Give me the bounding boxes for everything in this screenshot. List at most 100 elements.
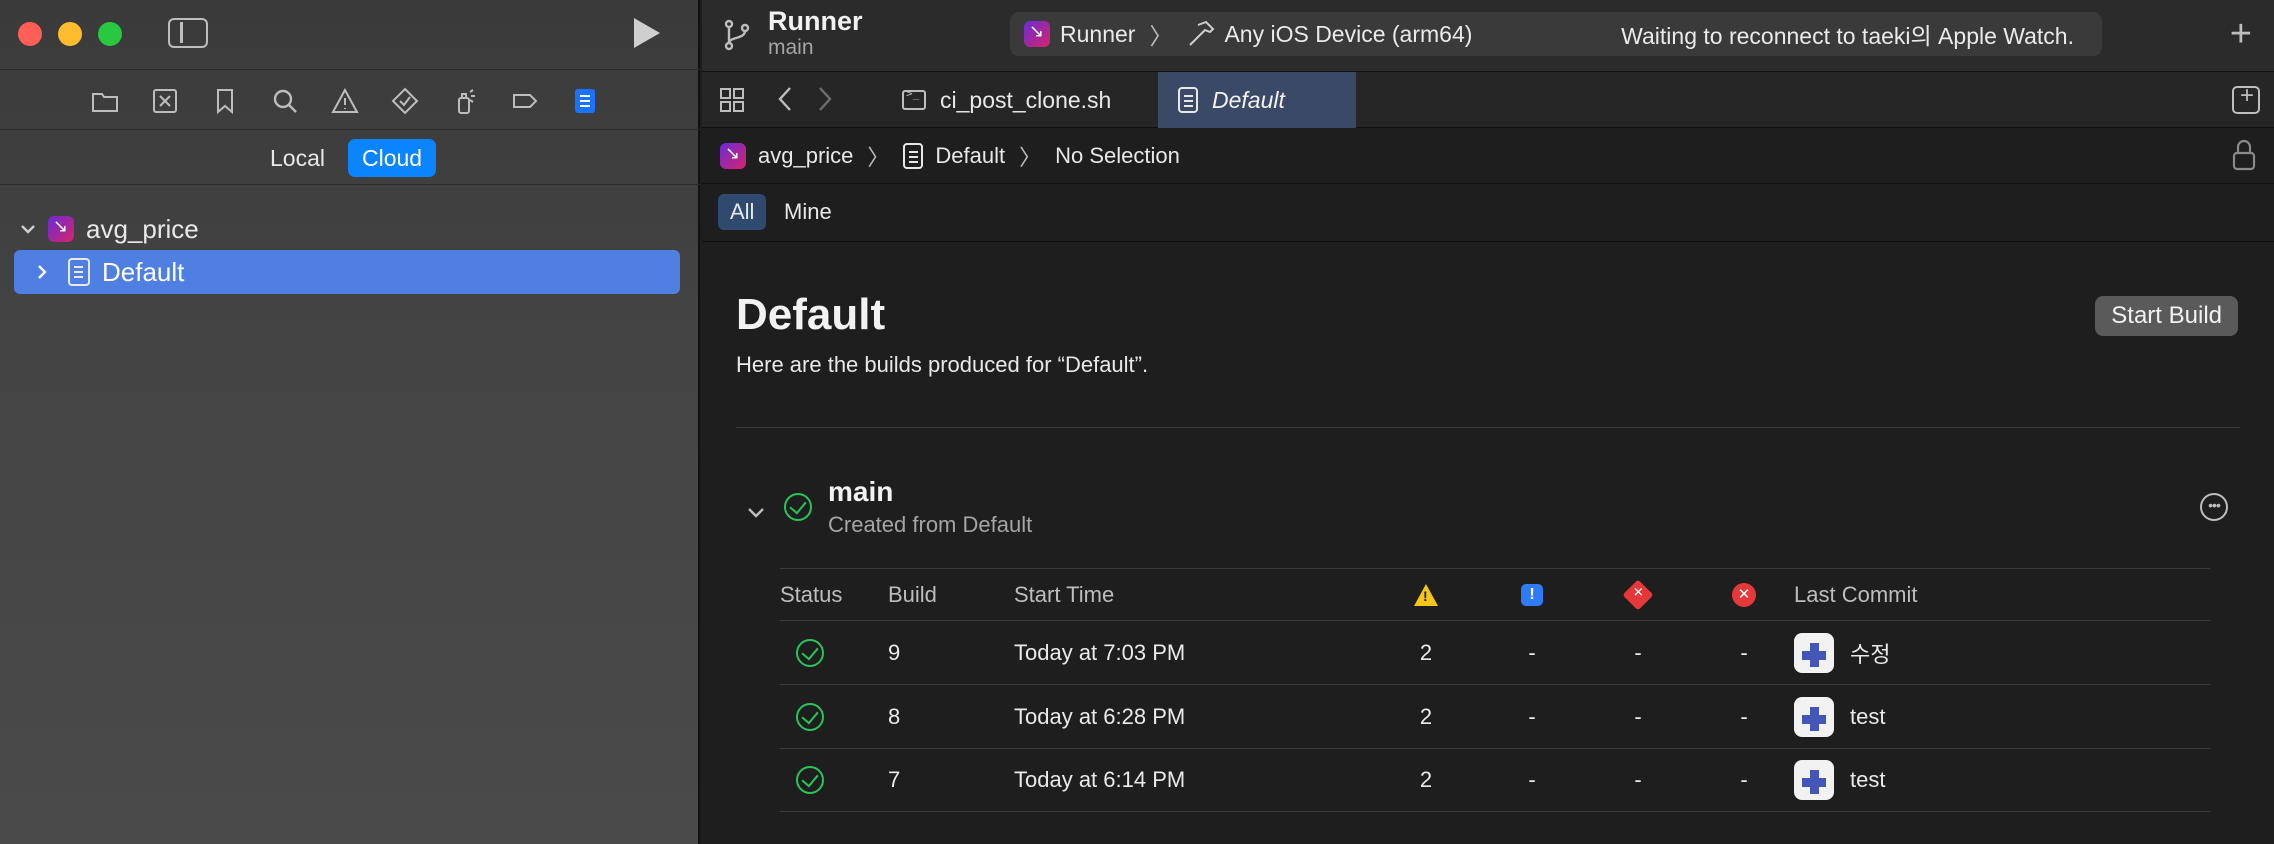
close-window-button[interactable]: [18, 22, 42, 46]
column-header-issues[interactable]: !: [1512, 569, 1552, 620]
commit-message: test: [1850, 767, 1886, 792]
start-build-button[interactable]: Start Build: [2095, 296, 2238, 336]
commit-message: 수정: [1850, 641, 1891, 667]
branch-icon[interactable]: [722, 18, 752, 52]
success-check-icon: [796, 638, 824, 667]
breadcrumb-workflow[interactable]: Default: [935, 143, 1005, 169]
document-icon: [903, 142, 924, 169]
tree-item-workflow[interactable]: Default: [14, 250, 680, 294]
builds-table: Status Build Start Time ! ✕ Last Commit …: [780, 568, 2210, 812]
scheme-title[interactable]: Runner: [768, 6, 863, 37]
window-titlebar: [0, 0, 700, 70]
report-icon[interactable]: [570, 86, 600, 116]
cloud-segment[interactable]: Cloud: [348, 139, 437, 177]
test-failure-count: -: [1634, 767, 1642, 792]
terminal-icon: [902, 87, 926, 110]
commit-message: test: [1850, 703, 1886, 729]
chevron-down-icon[interactable]: [744, 500, 768, 524]
start-time: Today at 6:14 PM: [1014, 767, 1186, 792]
divider: [736, 427, 2240, 428]
sidebar-toggle-icon[interactable]: [168, 18, 208, 48]
issue-count: -: [1528, 703, 1536, 729]
filter-mine-button[interactable]: Mine: [772, 194, 844, 230]
page-description: Here are the builds produced for “Defaul…: [736, 352, 1149, 377]
table-row[interactable]: 9 Today at 7:03 PM 2 - - - 수정: [780, 620, 2210, 684]
breakpoint-icon[interactable]: [510, 86, 540, 116]
forward-arrow-icon[interactable]: [810, 84, 838, 114]
chevron-right-icon: 〉: [1019, 144, 1042, 170]
tab-ci-post-clone[interactable]: ci_post_clone.sh: [882, 72, 1159, 128]
column-header-errors[interactable]: ✕: [1724, 569, 1764, 620]
column-header-build[interactable]: Build: [888, 569, 937, 620]
app-icon: [48, 216, 74, 242]
tab-label: ci_post_clone.sh: [940, 86, 1112, 113]
local-segment[interactable]: Local: [256, 139, 339, 177]
hammer-icon: [1186, 19, 1216, 49]
debug-spray-icon[interactable]: [450, 86, 480, 116]
issue-icon: !: [1521, 583, 1543, 606]
warning-icon[interactable]: [330, 86, 360, 116]
test-diamond-icon[interactable]: [390, 86, 420, 116]
editor-area: Runner main Runner 〉 Any iOS Device (arm…: [702, 0, 2274, 844]
filter-bar: All Mine: [702, 184, 2274, 242]
test-failure-count: -: [1634, 703, 1642, 729]
breadcrumb-project[interactable]: avg_price: [758, 143, 853, 169]
table-row[interactable]: 7 Today at 6:14 PM 2 - - - test: [780, 748, 2210, 812]
tab-label: Default: [1212, 86, 1285, 113]
run-icon[interactable]: [634, 18, 660, 48]
add-editor-icon[interactable]: [2232, 82, 2260, 114]
breadcrumb-selection[interactable]: No Selection: [1055, 143, 1180, 169]
chevron-down-icon[interactable]: [14, 215, 42, 243]
table-header: Status Build Start Time ! ✕ Last Commit: [780, 568, 2210, 620]
tree-item-project[interactable]: avg_price: [14, 207, 680, 251]
test-failure-count: -: [1634, 639, 1642, 665]
column-header-test-failures[interactable]: [1618, 569, 1658, 620]
error-icon: ✕: [1732, 582, 1756, 607]
more-options-icon[interactable]: •••: [2200, 493, 2228, 521]
success-check-icon: [796, 766, 824, 794]
bookmark-icon[interactable]: [210, 86, 240, 116]
table-row[interactable]: 8 Today at 6:28 PM 2 - - - test: [780, 684, 2210, 748]
divider: [0, 184, 700, 185]
folder-icon[interactable]: [90, 86, 120, 116]
page-title: Default: [736, 290, 886, 339]
source-control-icon[interactable]: [150, 86, 180, 116]
branch-group-title: main: [828, 476, 894, 507]
column-header-start-time[interactable]: Start Time: [1014, 569, 1114, 620]
avatar: [1794, 632, 1834, 673]
tree-item-label: Default: [102, 256, 185, 287]
warning-count: 2: [1419, 703, 1433, 729]
error-count: -: [1740, 767, 1748, 792]
last-commit-cell: test: [1794, 685, 1885, 748]
warning-count: 2: [1419, 639, 1433, 665]
status-cell: [796, 685, 824, 748]
chevron-right-icon: 〉: [1149, 23, 1173, 49]
chevron-right-icon[interactable]: [28, 258, 56, 286]
destination-selector[interactable]: Any iOS Device (arm64): [1224, 21, 1472, 48]
lock-icon[interactable]: [2230, 138, 2258, 172]
zoom-window-button[interactable]: [98, 22, 122, 46]
filter-all-button[interactable]: All: [718, 194, 767, 230]
success-check-icon: [784, 493, 812, 521]
related-items-grid-icon[interactable]: [718, 86, 746, 114]
back-arrow-icon[interactable]: [772, 84, 800, 114]
column-header-status[interactable]: Status: [780, 569, 842, 620]
test-failure-icon: [1622, 578, 1654, 611]
branch-group-subtitle: Created from Default: [828, 512, 1033, 537]
build-number: 7: [888, 767, 901, 792]
scheme-selector[interactable]: Runner: [1060, 21, 1135, 48]
minimize-window-button[interactable]: [58, 22, 82, 46]
status-message: Waiting to reconnect to taeki의 Apple Wat…: [1621, 23, 2074, 49]
navigator-sidebar: Local Cloud avg_price Default: [0, 0, 700, 844]
tab-default[interactable]: Default: [1158, 72, 1356, 128]
issue-count: -: [1528, 639, 1536, 665]
editor-tab-bar: ci_post_clone.sh Default: [702, 72, 2274, 128]
column-header-warnings[interactable]: [1406, 569, 1446, 620]
activity-status-bar[interactable]: Runner 〉 Any iOS Device (arm64) Waiting …: [1010, 12, 2102, 56]
search-icon[interactable]: [270, 86, 300, 116]
error-count: -: [1740, 639, 1748, 665]
document-icon: [68, 258, 90, 286]
column-header-last-commit[interactable]: Last Commit: [1794, 569, 1917, 620]
add-icon[interactable]: +: [2230, 14, 2252, 54]
app-icon: [1024, 21, 1050, 47]
